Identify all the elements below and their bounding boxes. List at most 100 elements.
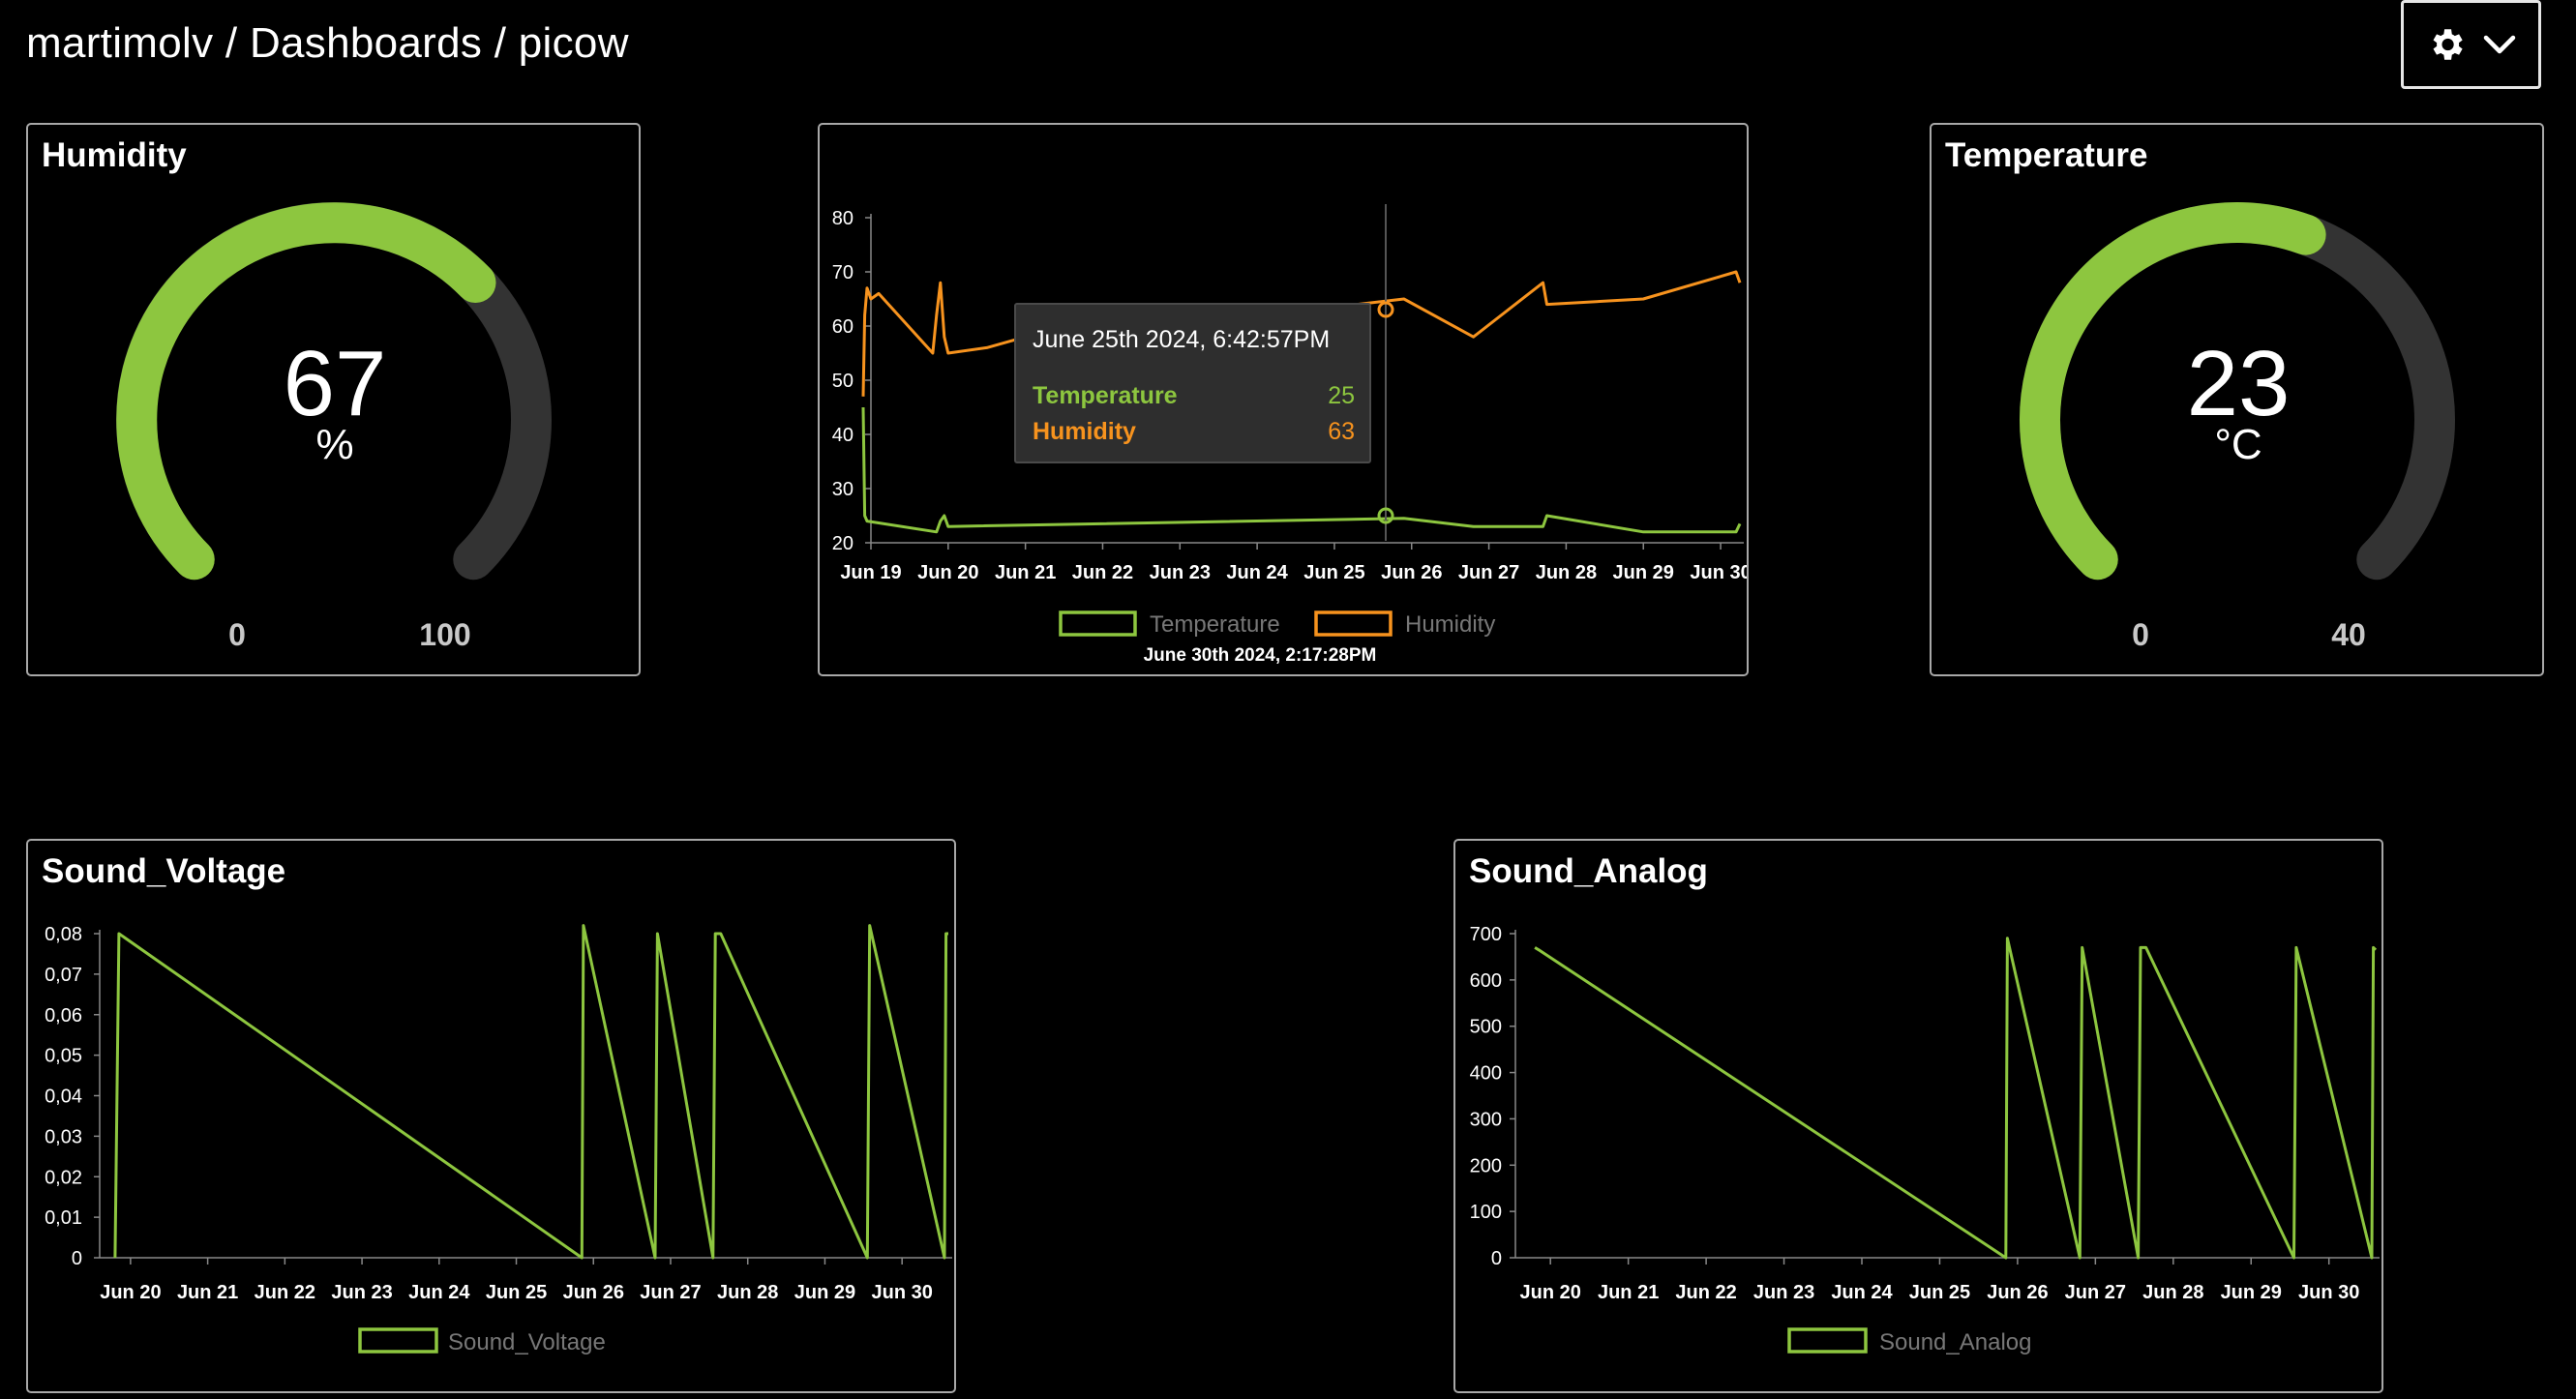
x-tick-label: Jun 24: [1226, 562, 1288, 583]
y-tick-label: 0,04: [45, 1086, 82, 1108]
y-tick-label: 700: [1470, 924, 1502, 945]
y-tick-label: 0: [72, 1248, 82, 1269]
series-line-sound-voltage: [113, 924, 948, 1260]
gauge-max-label: 40: [2331, 617, 2366, 652]
tooltip-value: 63: [1328, 418, 1355, 445]
x-tick-label: Jun 26: [1987, 1282, 2048, 1303]
x-tick-label: Jun 20: [917, 562, 978, 583]
tooltip-row-temperature: Temperature 25: [1033, 382, 1355, 410]
tooltip-row-humidity: Humidity 63: [1033, 418, 1355, 446]
settings-menu-button[interactable]: [2401, 0, 2541, 89]
y-tick-label: 0,02: [45, 1167, 82, 1188]
x-tick-label: Jun 25: [1909, 1282, 1970, 1303]
temperature-panel: Temperature 23 °C 0 40: [1930, 123, 2544, 676]
y-tick-label: 60: [832, 316, 854, 338]
chevron-down-icon: [2483, 35, 2515, 54]
legend-swatch: [1787, 1327, 1868, 1354]
y-tick-label: 100: [1470, 1202, 1502, 1223]
y-tick-label: 200: [1470, 1155, 1502, 1176]
x-tick-label: Jun 21: [1598, 1282, 1659, 1303]
legend-label-humidity: Humidity: [1405, 611, 1495, 638]
y-tick-label: 70: [832, 262, 854, 283]
x-tick-label: Jun 30: [2298, 1282, 2359, 1303]
legend-label: Sound_Analog: [1879, 1329, 2031, 1355]
sound-voltage-chart[interactable]: 0,08 0,07 0,06 0,05 0,04 0,03 0,02 0,01 0 Jun 20 J…: [28, 841, 954, 1391]
legend-label: Sound_Voltage: [448, 1329, 606, 1355]
y-tick-label: 0,03: [45, 1126, 82, 1147]
temp-humidity-chart-panel: 80 70 60 50 40 30 20 Jun 19 Jun 20 Jun 21 Jun 22 Ju…: [818, 123, 1749, 676]
y-tick-label: 30: [832, 479, 854, 500]
chart-tooltip: June 25th 2024, 6:42:57PM Temperature 25…: [1014, 303, 1371, 463]
legend-item-sound-voltage[interactable]: Sound_Voltage: [358, 1327, 606, 1355]
legend-item-temperature[interactable]: Temperature: [1059, 610, 1280, 638]
y-tick-label: 80: [832, 208, 854, 229]
x-tick-label: Jun 20: [1520, 1282, 1581, 1303]
x-tick-label: Jun 22: [1675, 1282, 1736, 1303]
y-tick-label: 40: [832, 425, 854, 446]
y-tick-label: 300: [1470, 1109, 1502, 1130]
x-tick-label: Jun 29: [794, 1282, 855, 1303]
x-tick-label: Jun 23: [1753, 1282, 1814, 1303]
x-tick-label: Jun 25: [486, 1282, 547, 1303]
x-tick-label: Jun 30: [1690, 562, 1747, 583]
x-tick-label: Jun 23: [331, 1282, 392, 1303]
y-tick-label: 0,01: [45, 1207, 82, 1229]
humidity-panel: Humidity 67 % 0 100: [26, 123, 641, 676]
x-tick-label: Jun 30: [871, 1282, 932, 1303]
x-tick-label: Jun 26: [563, 1282, 624, 1303]
legend-item-humidity[interactable]: Humidity: [1314, 610, 1495, 638]
chart-timestamp: June 30th 2024, 2:17:28PM: [1144, 645, 1377, 666]
gauge-value: 23: [2187, 332, 2291, 435]
x-tick-label: Jun 21: [177, 1282, 238, 1303]
x-tick-label: Jun 29: [2221, 1282, 2282, 1303]
x-tick-label: Jun 28: [2142, 1282, 2203, 1303]
legend-swatch: [358, 1327, 438, 1354]
breadcrumb[interactable]: martimolv / Dashboards / picow: [26, 19, 629, 68]
legend-label-temperature: Temperature: [1150, 611, 1280, 638]
temperature-gauge: 23 °C 0 40: [2020, 202, 2455, 652]
x-tick-label: Jun 21: [995, 562, 1056, 583]
y-tick-label: 500: [1470, 1017, 1502, 1038]
tooltip-label: Temperature: [1033, 382, 1178, 409]
y-tick-label: 50: [832, 371, 854, 392]
y-tick-label: 0: [1491, 1248, 1502, 1269]
legend-item-sound-analog[interactable]: Sound_Analog: [1787, 1327, 2031, 1355]
humidity-gauge: 67 % 0 100: [116, 202, 552, 652]
legend-swatch-temperature: [1059, 610, 1137, 637]
x-tick-label: Jun 23: [1150, 562, 1211, 583]
gauge-min-label: 0: [2132, 617, 2149, 652]
y-tick-label: 400: [1470, 1063, 1502, 1085]
x-tick-label: Jun 27: [1458, 562, 1519, 583]
x-tick-label: Jun 26: [1381, 562, 1442, 583]
x-tick-label: Jun 29: [1613, 562, 1674, 583]
x-tick-label: Jun 19: [840, 562, 901, 583]
y-tick-label: 20: [832, 533, 854, 554]
x-tick-label: Jun 25: [1303, 562, 1364, 583]
x-tick-label: Jun 22: [1072, 562, 1133, 583]
sound-voltage-panel: Sound_Voltage 0,08 0,07 0,06 0,05 0,04 0,03 0,…: [26, 839, 956, 1393]
legend-swatch-humidity: [1314, 610, 1393, 637]
tooltip-title: June 25th 2024, 6:42:57PM: [1033, 326, 1331, 353]
y-tick-label: 0,06: [45, 1005, 82, 1027]
gauge-min-label: 0: [228, 617, 246, 652]
y-tick-label: 0,08: [45, 924, 82, 945]
x-tick-label: Jun 28: [1536, 562, 1597, 583]
x-tick-label: Jun 27: [640, 1282, 701, 1303]
sound-analog-chart[interactable]: 700 600 500 400 300 200 100 0 Jun 20 Jun 21 Jun 22…: [1455, 841, 2381, 1391]
x-tick-label: Jun 24: [408, 1282, 470, 1303]
sound-analog-panel: Sound_Analog 700 600 500 400 300 200 100 0 Jun 2…: [1453, 839, 2383, 1393]
gauge-max-label: 100: [419, 617, 470, 652]
series-line-sound-analog: [1534, 937, 2378, 1260]
gauge-value: 67: [284, 332, 387, 435]
x-tick-label: Jun 20: [100, 1282, 161, 1303]
gear-icon: [2433, 29, 2463, 60]
x-tick-label: Jun 28: [717, 1282, 778, 1303]
y-tick-label: 0,05: [45, 1046, 82, 1067]
y-tick-label: 600: [1470, 970, 1502, 992]
gauge-unit: °C: [2214, 421, 2261, 468]
x-tick-label: Jun 24: [1831, 1282, 1893, 1303]
x-tick-label: Jun 22: [255, 1282, 315, 1303]
y-tick-label: 0,07: [45, 965, 82, 986]
tooltip-label: Humidity: [1033, 418, 1136, 445]
tooltip-value: 25: [1328, 382, 1355, 409]
